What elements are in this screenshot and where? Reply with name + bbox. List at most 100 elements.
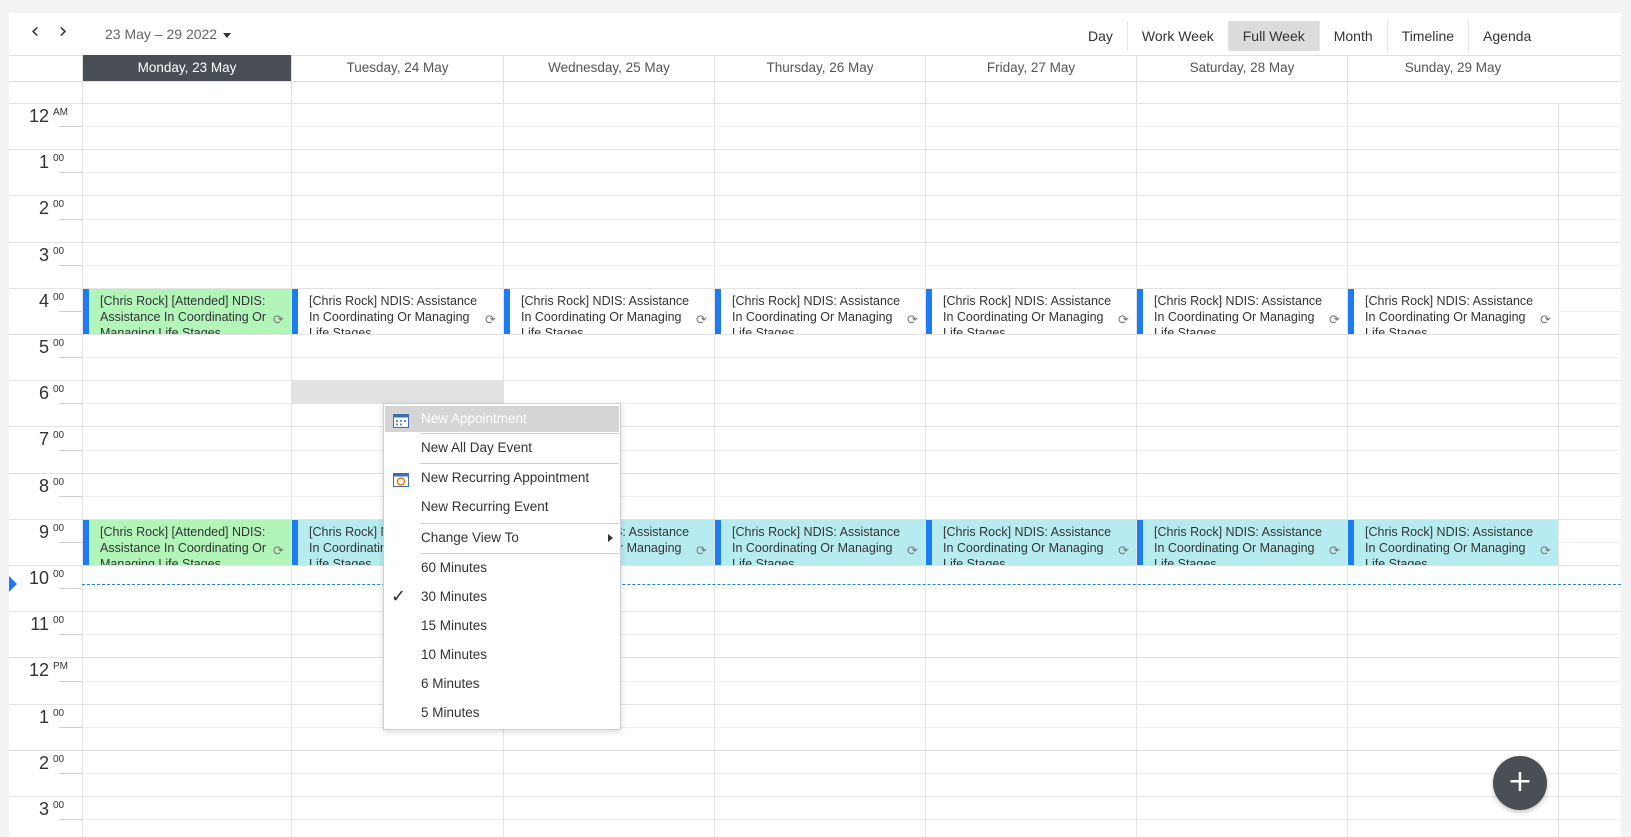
appointment[interactable]: [Chris Rock] [Attended] NDIS: Assistance… [83,288,291,334]
date-range-picker[interactable]: 23 May – 29 2022 [105,26,232,42]
view-button-day[interactable]: Day [1074,21,1128,51]
day-header[interactable]: Saturday, 28 May [1136,55,1347,81]
appointment[interactable]: [Chris Rock] NDIS: Assistance In Coordin… [926,519,1136,565]
view-button-month[interactable]: Month [1320,21,1388,51]
appointment[interactable]: [Chris Rock] NDIS: Assistance In Coordin… [1348,519,1558,565]
recurrence-icon: ⟳ [485,312,496,328]
recurrence-icon: ⟳ [273,543,284,559]
scheduler-toolbar: ‹ › 23 May – 29 2022 Day Work Week Full We… [9,13,1621,56]
hour-line [9,149,1621,151]
submenu-arrow-icon [608,534,613,542]
time-grid[interactable]: 12 AM 1 00 2 00 3 00 4 00 5 00 6 00 7 00 8 00 9 00 10 00 11 00 1… [9,103,1621,837]
all-day-cell[interactable] [291,81,504,103]
appointment[interactable]: [Chris Rock] NDIS: Assistance In Coordin… [1137,519,1347,565]
menu-item-new-all-day-event[interactable]: New All Day Event [385,435,619,461]
day-header[interactable]: Tuesday, 24 May [291,55,503,81]
time-label-hour: 4 [38,290,49,311]
appointment[interactable]: [Chris Rock] NDIS: Assistance In Coordin… [1137,288,1347,334]
time-label-suffix: AM [53,107,68,118]
half-hour-line [82,264,1621,266]
half-hour-line [82,357,1621,359]
appointment[interactable]: [Chris Rock] NDIS: Assistance In Coordin… [715,519,925,565]
half-hour-line [82,495,1621,497]
appointment[interactable]: [Chris Rock] NDIS: Assistance In Coordin… [292,288,503,334]
day-header[interactable]: Thursday, 26 May [714,55,925,81]
appointment[interactable]: [Chris Rock] NDIS: Assistance In Coordin… [1348,288,1558,334]
menu-separator [420,523,619,524]
menu-item-label: New Recurring Appointment [421,470,590,485]
time-label-hour: 7 [38,429,49,450]
time-label-suffix: 00 [53,522,65,534]
day-header[interactable]: Sunday, 29 May [1347,55,1558,81]
day-header[interactable]: Friday, 27 May [925,55,1136,81]
time-label: 4 00 [9,291,69,312]
appointment-text: [Chris Rock] NDIS: Assistance In Coordin… [732,293,901,334]
time-label: 8 00 [9,476,69,497]
caret-down-icon [223,32,232,38]
menu-item-5-minutes[interactable]: 5 Minutes [385,700,619,726]
current-time-line [82,584,1621,586]
time-label-suffix: 00 [53,153,65,165]
menu-separator [420,463,619,464]
view-button-timeline[interactable]: Timeline [1388,21,1470,51]
time-label: 3 00 [9,799,69,820]
all-day-cell[interactable] [714,81,926,103]
recurrence-icon: ⟳ [1329,312,1340,328]
menu-item-10-minutes[interactable]: 10 Minutes [385,642,619,668]
plus-icon: + [1507,764,1533,799]
chevron-left-icon[interactable]: ‹ [25,21,45,43]
view-button-full-week[interactable]: Full Week [1228,21,1320,51]
appointment-text: [Chris Rock] NDIS: Assistance In Coordin… [1154,293,1323,334]
view-button-agenda[interactable]: Agenda [1469,21,1545,51]
all-day-cell[interactable] [925,81,1137,103]
time-label-hour: 3 [38,244,49,265]
menu-item-change-view-to[interactable]: Change View To [385,525,619,551]
recurrence-icon: ⟳ [1540,543,1551,559]
selected-time-slot[interactable] [292,381,503,405]
time-label-suffix: 00 [53,338,65,349]
appointment[interactable]: [Chris Rock] NDIS: Assistance In Coordin… [926,288,1136,334]
time-label-hour: 1 [38,152,49,173]
view-button-work-week[interactable]: Work Week [1128,21,1229,51]
menu-item-label: 30 Minutes [421,589,488,604]
all-day-row[interactable] [9,81,1621,104]
time-label: 5 00 [9,337,69,358]
all-day-cell[interactable] [1347,81,1559,103]
time-label-hour: 12 [28,660,49,681]
menu-item-new-recurring-event[interactable]: New Recurring Event [385,494,619,520]
half-hour-line [82,449,1621,451]
chevron-right-icon[interactable]: › [53,21,73,43]
menu-separator [420,433,619,434]
menu-item-60-minutes[interactable]: 60 Minutes [385,555,619,581]
hour-line [9,380,1621,382]
menu-item-30-minutes[interactable]: ✓ 30 Minutes [385,584,619,610]
menu-item-label: 60 Minutes [421,560,488,575]
recurring-calendar-icon [393,470,409,487]
hour-line [9,426,1621,428]
time-label: 7 00 [9,429,69,450]
menu-item-15-minutes[interactable]: 15 Minutes [385,613,619,639]
add-appointment-button[interactable]: + [1493,756,1547,810]
all-day-cell[interactable] [503,81,715,103]
day-header[interactable]: Wednesday, 25 May [503,55,714,81]
time-label: 9 00 [9,522,69,543]
menu-item-6-minutes[interactable]: 6 Minutes [385,671,619,697]
menu-item-new-recurring-appointment[interactable]: New Recurring Appointment [385,465,619,491]
day-column-divider [714,103,715,837]
time-label-suffix: 00 [53,800,65,811]
all-day-cell[interactable] [1136,81,1348,103]
appointment-text: [Chris Rock] NDIS: Assistance In Coordin… [732,524,901,565]
time-label-suffix: PM [53,661,68,673]
menu-item-new-appointment[interactable]: New Appointment [385,406,619,432]
time-label: 3 00 [9,245,69,266]
appointment[interactable]: [Chris Rock] NDIS: Assistance In Coordin… [504,288,714,334]
time-label-hour: 6 [38,383,49,404]
appointment[interactable]: [Chris Rock] [Attended] NDIS: Assistance… [83,519,291,565]
hour-line [9,334,1621,335]
day-column-divider [1136,103,1137,837]
half-hour-line [82,772,1621,774]
all-day-cell[interactable] [82,81,292,103]
appointment[interactable]: [Chris Rock] NDIS: Assistance In Coordin… [715,288,925,334]
day-header[interactable]: Monday, 23 May [82,55,291,81]
menu-item-label: 6 Minutes [421,676,480,691]
